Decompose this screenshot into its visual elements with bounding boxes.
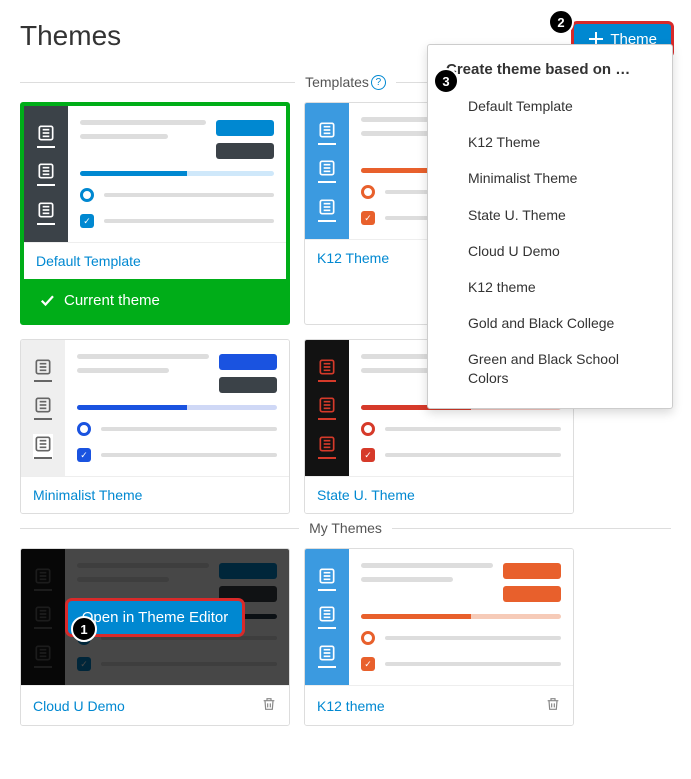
- nav-icon: [36, 200, 56, 225]
- dropdown-item[interactable]: K12 theme: [428, 269, 672, 305]
- theme-card[interactable]: ✓ 1 Open in Theme Editor Cloud U Demo: [20, 548, 290, 726]
- theme-card[interactable]: ✓ Default Template Current theme: [20, 102, 290, 325]
- delete-icon[interactable]: [261, 696, 277, 715]
- create-theme-dropdown: Create theme based on … Default Template…: [427, 44, 673, 409]
- theme-name: State U. Theme: [317, 487, 415, 503]
- dropdown-item[interactable]: Default Template: [428, 88, 672, 124]
- my-themes-section-label: My Themes: [20, 520, 671, 536]
- annotation-marker-2: 2: [548, 9, 574, 35]
- help-icon[interactable]: ?: [371, 75, 386, 90]
- theme-name: Default Template: [36, 253, 141, 269]
- nav-icon: [317, 357, 337, 382]
- page-title: Themes: [20, 20, 121, 52]
- nav-icon: [317, 120, 337, 145]
- annotation-marker-3: 3: [433, 68, 459, 94]
- nav-icon: [317, 604, 337, 629]
- card-overlay: 1 Open in Theme Editor: [21, 549, 289, 685]
- my-themes-grid: ✓ 1 Open in Theme Editor Cloud U Demo: [20, 548, 671, 726]
- annotation-marker-1: 1: [71, 616, 97, 642]
- nav-icon: [317, 434, 337, 459]
- nav-icon: [33, 434, 53, 459]
- dropdown-item[interactable]: Minimalist Theme: [428, 160, 672, 196]
- current-theme-label: Current theme: [24, 279, 286, 321]
- theme-card[interactable]: ✓ K12 theme: [304, 548, 574, 726]
- nav-icon: [36, 161, 56, 186]
- nav-icon: [33, 357, 53, 382]
- nav-icon: [33, 395, 53, 420]
- nav-icon: [36, 123, 56, 148]
- dropdown-item[interactable]: Gold and Black College: [428, 305, 672, 341]
- delete-icon[interactable]: [545, 696, 561, 715]
- theme-card[interactable]: ✓ Minimalist Theme: [20, 339, 290, 514]
- nav-icon: [317, 395, 337, 420]
- nav-icon: [317, 158, 337, 183]
- theme-name: K12 Theme: [317, 250, 389, 266]
- nav-icon: [317, 197, 337, 222]
- theme-name: K12 theme: [317, 698, 385, 714]
- theme-name: Cloud U Demo: [33, 698, 125, 714]
- dropdown-item[interactable]: K12 Theme: [428, 124, 672, 160]
- nav-icon: [317, 566, 337, 591]
- dropdown-item[interactable]: State U. Theme: [428, 197, 672, 233]
- dropdown-item[interactable]: Green and Black School Colors: [428, 341, 672, 395]
- dropdown-title: Create theme based on …: [428, 57, 672, 88]
- theme-name: Minimalist Theme: [33, 487, 142, 503]
- nav-icon: [317, 643, 337, 668]
- dropdown-item[interactable]: Cloud U Demo: [428, 233, 672, 269]
